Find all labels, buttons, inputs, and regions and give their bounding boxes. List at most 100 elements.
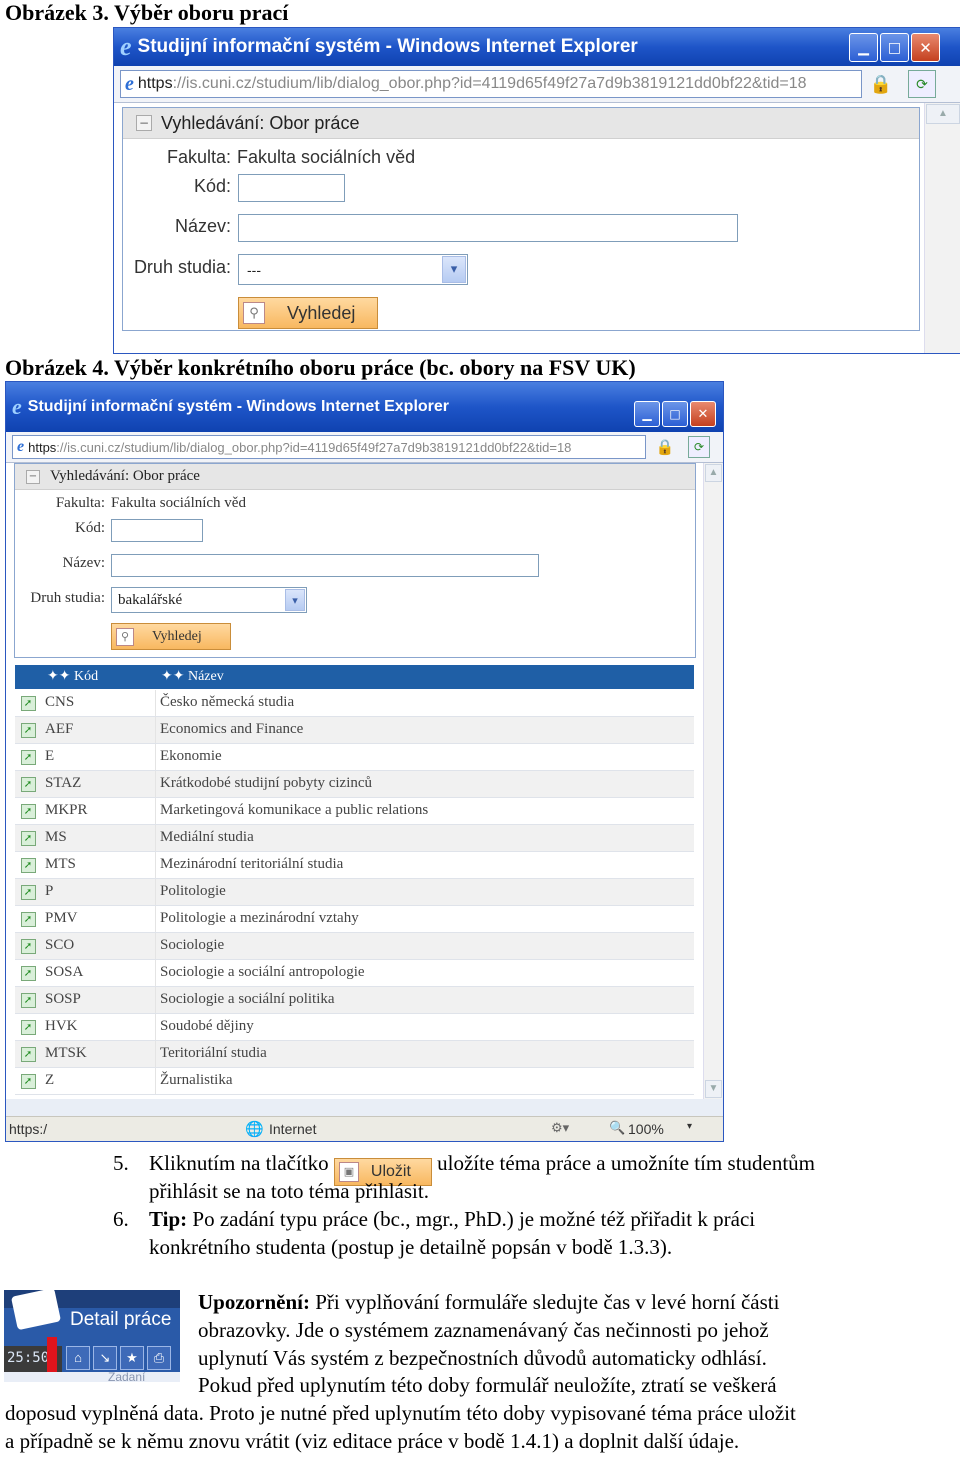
select-cell[interactable]: ➚: [15, 960, 41, 986]
select-arrow-icon[interactable]: ➚: [20, 1046, 36, 1062]
refresh-icon[interactable]: ⟳: [908, 70, 936, 98]
maximize-icon[interactable]: □: [880, 33, 909, 62]
table-row[interactable]: ➚ SOSA Sociologie a sociální antropologie: [15, 960, 694, 987]
table-row[interactable]: ➚ SCO Sociologie: [15, 933, 694, 960]
column-divider: [155, 717, 156, 743]
druh-studia-label: Druh studia:: [133, 257, 231, 277]
select-arrow-icon[interactable]: ➚: [20, 1073, 36, 1089]
scrollbar[interactable]: ▲ ▼: [703, 463, 723, 1099]
column-divider: [155, 1014, 156, 1040]
scroll-up-icon[interactable]: ▲: [926, 104, 960, 124]
select-arrow-icon[interactable]: ➚: [20, 722, 36, 738]
column-header-kod[interactable]: ✦✦ Kód: [47, 668, 98, 685]
home-icon[interactable]: ⌂: [66, 1346, 90, 1370]
select-cell[interactable]: ➚: [15, 1041, 41, 1067]
nazev-input[interactable]: [238, 214, 738, 242]
scroll-down-icon[interactable]: ▼: [705, 1080, 722, 1098]
refresh-icon[interactable]: ⟳: [688, 436, 710, 458]
select-arrow-icon[interactable]: ➚: [20, 965, 36, 981]
table-row[interactable]: ➚ MTS Mezinárodní teritoriální studia: [15, 852, 694, 879]
maximize-icon[interactable]: □: [662, 401, 688, 427]
select-cell[interactable]: ➚: [15, 717, 41, 743]
scroll-up-icon[interactable]: ▲: [705, 464, 722, 482]
lock-icon[interactable]: 🔒: [868, 71, 894, 97]
select-cell[interactable]: ➚: [15, 690, 41, 716]
column-divider: [155, 960, 156, 986]
status-zoom[interactable]: 100%: [628, 1121, 664, 1137]
select-arrow-icon[interactable]: ➚: [20, 830, 36, 846]
select-arrow-icon[interactable]: ➚: [20, 776, 36, 792]
table-row[interactable]: ➚ E Ekonomie: [15, 744, 694, 771]
item6-line1: Tip: Po zadání typu práce (bc., mgr., Ph…: [149, 1207, 755, 1232]
protected-mode-icon[interactable]: ⚙▾: [551, 1120, 569, 1136]
collapse-icon[interactable]: −: [26, 469, 40, 484]
select-cell[interactable]: ➚: [15, 933, 41, 959]
arrow-icon[interactable]: ↘: [93, 1346, 117, 1370]
warning-line6: a případně se k němu znovu vrátit (viz e…: [5, 1429, 740, 1453]
select-arrow-icon[interactable]: ➚: [20, 749, 36, 765]
fakulta-label: Fakulta:: [166, 147, 231, 167]
close-icon[interactable]: ✕: [690, 401, 716, 427]
nazev-input[interactable]: [111, 554, 539, 577]
page-ie-icon: e: [17, 438, 25, 455]
star-icon[interactable]: ★: [120, 1346, 144, 1370]
table-row[interactable]: ➚ HVK Soudobé dějiny: [15, 1014, 694, 1041]
select-arrow-icon[interactable]: ➚: [20, 884, 36, 900]
select-cell[interactable]: ➚: [15, 987, 41, 1013]
search-button[interactable]: ⚲ Vyhledej: [111, 623, 231, 650]
zoom-dropdown-icon[interactable]: ▾: [687, 1121, 692, 1132]
table-row[interactable]: ➚ PMV Politologie a mezinárodní vztahy: [15, 906, 694, 933]
kod-input[interactable]: [111, 519, 203, 542]
select-cell[interactable]: ➚: [15, 771, 41, 797]
url-field[interactable]: e https://is.cuni.cz/studium/lib/dialog_…: [120, 70, 862, 98]
table-row[interactable]: ➚ P Politologie: [15, 879, 694, 906]
table-row[interactable]: ➚ MTSK Teritoriální studia: [15, 1041, 694, 1068]
table-row[interactable]: ➚ AEF Economics and Finance: [15, 717, 694, 744]
minimize-icon[interactable]: ▁: [849, 33, 878, 62]
table-row[interactable]: ➚ MKPR Marketingová komunikace a public re…: [15, 798, 694, 825]
print-icon[interactable]: ⎙: [147, 1346, 171, 1370]
druh-studia-select[interactable]: bakalářské ▾: [111, 587, 307, 613]
table-row[interactable]: ➚ STAZ Krátkodobé studijní pobyty cizinců: [15, 771, 694, 798]
select-arrow-icon[interactable]: ➚: [20, 857, 36, 873]
select-cell[interactable]: ➚: [15, 825, 41, 851]
select-arrow-icon[interactable]: ➚: [20, 992, 36, 1008]
select-arrow-icon[interactable]: ➚: [20, 911, 36, 927]
minimize-icon[interactable]: ▁: [634, 401, 660, 427]
zoom-icon[interactable]: 🔍: [609, 1120, 625, 1136]
close-icon[interactable]: ✕: [911, 33, 940, 62]
select-cell[interactable]: ➚: [15, 1014, 41, 1040]
kod-cell: Z: [45, 1072, 55, 1088]
select-cell[interactable]: ➚: [15, 1068, 41, 1094]
select-arrow-icon[interactable]: ➚: [20, 1019, 36, 1035]
lock-icon[interactable]: 🔒: [654, 436, 676, 458]
table-row[interactable]: ➚ SOSP Sociologie a sociální politika: [15, 987, 694, 1014]
table-row[interactable]: ➚ Z Žurnalistika: [15, 1068, 694, 1095]
column-divider: [155, 933, 156, 959]
select-arrow-icon[interactable]: ➚: [20, 938, 36, 954]
column-header-nazev[interactable]: ✦✦ Název: [161, 668, 224, 685]
collapse-icon[interactable]: −: [136, 115, 152, 131]
kod-input[interactable]: [238, 174, 345, 202]
select-cell[interactable]: ➚: [15, 879, 41, 905]
column-divider: [155, 879, 156, 905]
select-cell[interactable]: ➚: [15, 852, 41, 878]
status-bar: https:/ 🌐 Internet ⚙▾ 🔍 100% ▾: [6, 1116, 723, 1141]
nazev-cell: Krátkodobé studijní pobyty cizinců: [160, 775, 373, 791]
select-arrow-icon[interactable]: ➚: [20, 803, 36, 819]
window-titlebar: e Studijní informační systém - Windows I…: [6, 382, 723, 432]
select-cell[interactable]: ➚: [15, 798, 41, 824]
chevron-down-icon[interactable]: ▾: [442, 256, 466, 283]
druh-studia-select[interactable]: --- ▾: [238, 254, 468, 285]
chevron-down-icon[interactable]: ▾: [285, 589, 305, 611]
table-row[interactable]: ➚ CNS Česko německá studia: [15, 690, 694, 717]
scrollbar[interactable]: ▲: [924, 103, 960, 353]
search-button[interactable]: ⚲ Vyhledej: [238, 297, 378, 329]
select-cell[interactable]: ➚: [15, 744, 41, 770]
select-cell[interactable]: ➚: [15, 906, 41, 932]
url-field[interactable]: e https://is.cuni.cz/studium/lib/dialog_…: [12, 435, 646, 459]
table-row[interactable]: ➚ MS Mediální studia: [15, 825, 694, 852]
ie-logo-icon: e: [120, 32, 132, 61]
nazev-cell: Sociologie: [160, 937, 225, 953]
select-arrow-icon[interactable]: ➚: [20, 695, 36, 711]
